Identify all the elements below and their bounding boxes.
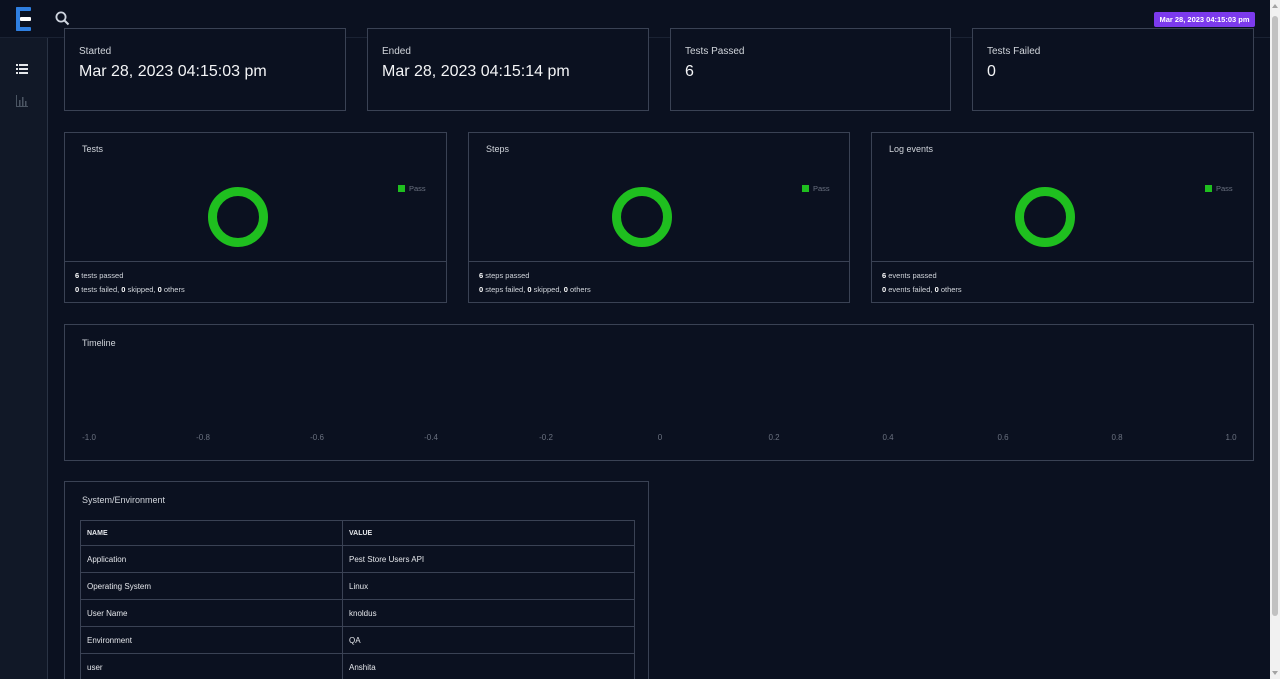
tests-summary-card: Tests Pass 6 tests passed 0 tests failed… (64, 132, 447, 303)
page-scrollbar[interactable] (1270, 0, 1280, 679)
card-title: Steps (486, 144, 510, 154)
list-icon[interactable] (16, 62, 28, 74)
axis-tick-label: 0 (657, 433, 663, 442)
chart-legend[interactable]: Pass (1205, 184, 1233, 193)
env-name-cell: Application (80, 545, 343, 573)
pass-legend-swatch (802, 185, 809, 192)
stat-value: 6 (685, 63, 694, 80)
env-value-cell: Linux (342, 572, 635, 600)
axis-tick-label: -1.0 (82, 433, 96, 442)
steps-summary-card: Steps Pass 6 steps passed 0 steps failed… (468, 132, 850, 303)
passed-summary: 6 steps passed (479, 271, 530, 280)
passed-summary: 6 events passed (882, 271, 937, 280)
bar-chart-icon[interactable] (16, 94, 28, 107)
stat-value: Mar 28, 2023 04:15:14 pm (382, 63, 570, 80)
legend-label: Pass (1216, 184, 1233, 193)
divider (469, 261, 849, 262)
log-events-summary-card: Log events Pass 6 events passed 0 events… (871, 132, 1254, 303)
stat-card-started: Started Mar 28, 2023 04:15:03 pm (64, 28, 346, 111)
axis-tick-label: -0.6 (310, 433, 324, 442)
pass-legend-swatch (1205, 185, 1212, 192)
report-date-badge: Mar 28, 2023 04:15:03 pm (1154, 12, 1255, 27)
axis-tick-label: 0.2 (768, 433, 780, 442)
axis-tick-label: 0.4 (882, 433, 894, 442)
scroll-up-arrow-icon[interactable] (1272, 4, 1278, 8)
divider (872, 261, 1253, 262)
env-value-cell: knoldus (342, 599, 635, 627)
env-name-cell: Operating System (80, 572, 343, 600)
env-value-cell: QA (342, 626, 635, 654)
table-row: Application Pest Store Users API (80, 545, 635, 573)
axis-tick-label: -0.2 (539, 433, 553, 442)
column-header-value: VALUE (342, 520, 635, 546)
table-row: user Anshita (80, 653, 635, 679)
table-row: Operating System Linux (80, 572, 635, 600)
stat-value: Mar 28, 2023 04:15:03 pm (79, 63, 267, 80)
chart-legend[interactable]: Pass (802, 184, 830, 193)
stat-value: 0 (987, 63, 996, 80)
env-value-cell: Anshita (342, 653, 635, 679)
sidebar (0, 38, 48, 679)
failed-summary: 0 tests failed, 0 skipped, 0 others (75, 285, 185, 294)
stat-card-ended: Ended Mar 28, 2023 04:15:14 pm (367, 28, 649, 111)
axis-tick-label: 0.8 (1111, 433, 1123, 442)
card-title: Tests (82, 144, 104, 154)
failed-summary: 0 steps failed, 0 skipped, 0 others (479, 285, 591, 294)
axis-tick-label: 0.6 (997, 433, 1009, 442)
timeline-card: Timeline -1.0 -0.8 -0.6 -0.4 -0.2 0 0.2 … (64, 324, 1254, 461)
env-name-cell: user (80, 653, 343, 679)
pass-legend-swatch (398, 185, 405, 192)
scroll-down-arrow-icon[interactable] (1272, 671, 1278, 675)
tests-donut-chart[interactable] (207, 186, 269, 248)
stat-label: Ended (382, 46, 411, 57)
failed-summary: 0 events failed, 0 others (882, 285, 962, 294)
system-environment-card: System/Environment NAME VALUE Applicatio… (64, 481, 649, 679)
table-header-row: NAME VALUE (80, 520, 635, 546)
table-row: User Name knoldus (80, 599, 635, 627)
search-icon[interactable] (54, 10, 72, 28)
legend-label: Pass (409, 184, 426, 193)
stat-label: Tests Failed (987, 46, 1041, 57)
passed-summary: 6 tests passed (75, 271, 124, 280)
scrollbar-thumb[interactable] (1272, 16, 1278, 616)
column-header-name: NAME (80, 520, 343, 546)
stat-label: Tests Passed (685, 46, 745, 57)
card-title: Timeline (82, 338, 116, 348)
chart-legend[interactable]: Pass (398, 184, 426, 193)
extent-logo-icon[interactable] (12, 6, 36, 32)
environment-table: NAME VALUE Application Pest Store Users … (80, 520, 635, 679)
log-events-donut-chart[interactable] (1014, 186, 1076, 248)
card-title: Log events (889, 144, 934, 154)
divider (65, 261, 446, 262)
card-title: System/Environment (82, 495, 166, 505)
axis-tick-label: -0.8 (196, 433, 210, 442)
stat-label: Started (79, 46, 112, 57)
axis-tick-label: -0.4 (424, 433, 438, 442)
stat-card-tests-passed: Tests Passed 6 (670, 28, 951, 111)
axis-tick-label: 1.0 (1225, 433, 1237, 442)
steps-donut-chart[interactable] (611, 186, 673, 248)
legend-label: Pass (813, 184, 830, 193)
table-row: Environment QA (80, 626, 635, 654)
env-name-cell: User Name (80, 599, 343, 627)
stat-card-tests-failed: Tests Failed 0 (972, 28, 1254, 111)
env-value-cell: Pest Store Users API (342, 545, 635, 573)
env-name-cell: Environment (80, 626, 343, 654)
